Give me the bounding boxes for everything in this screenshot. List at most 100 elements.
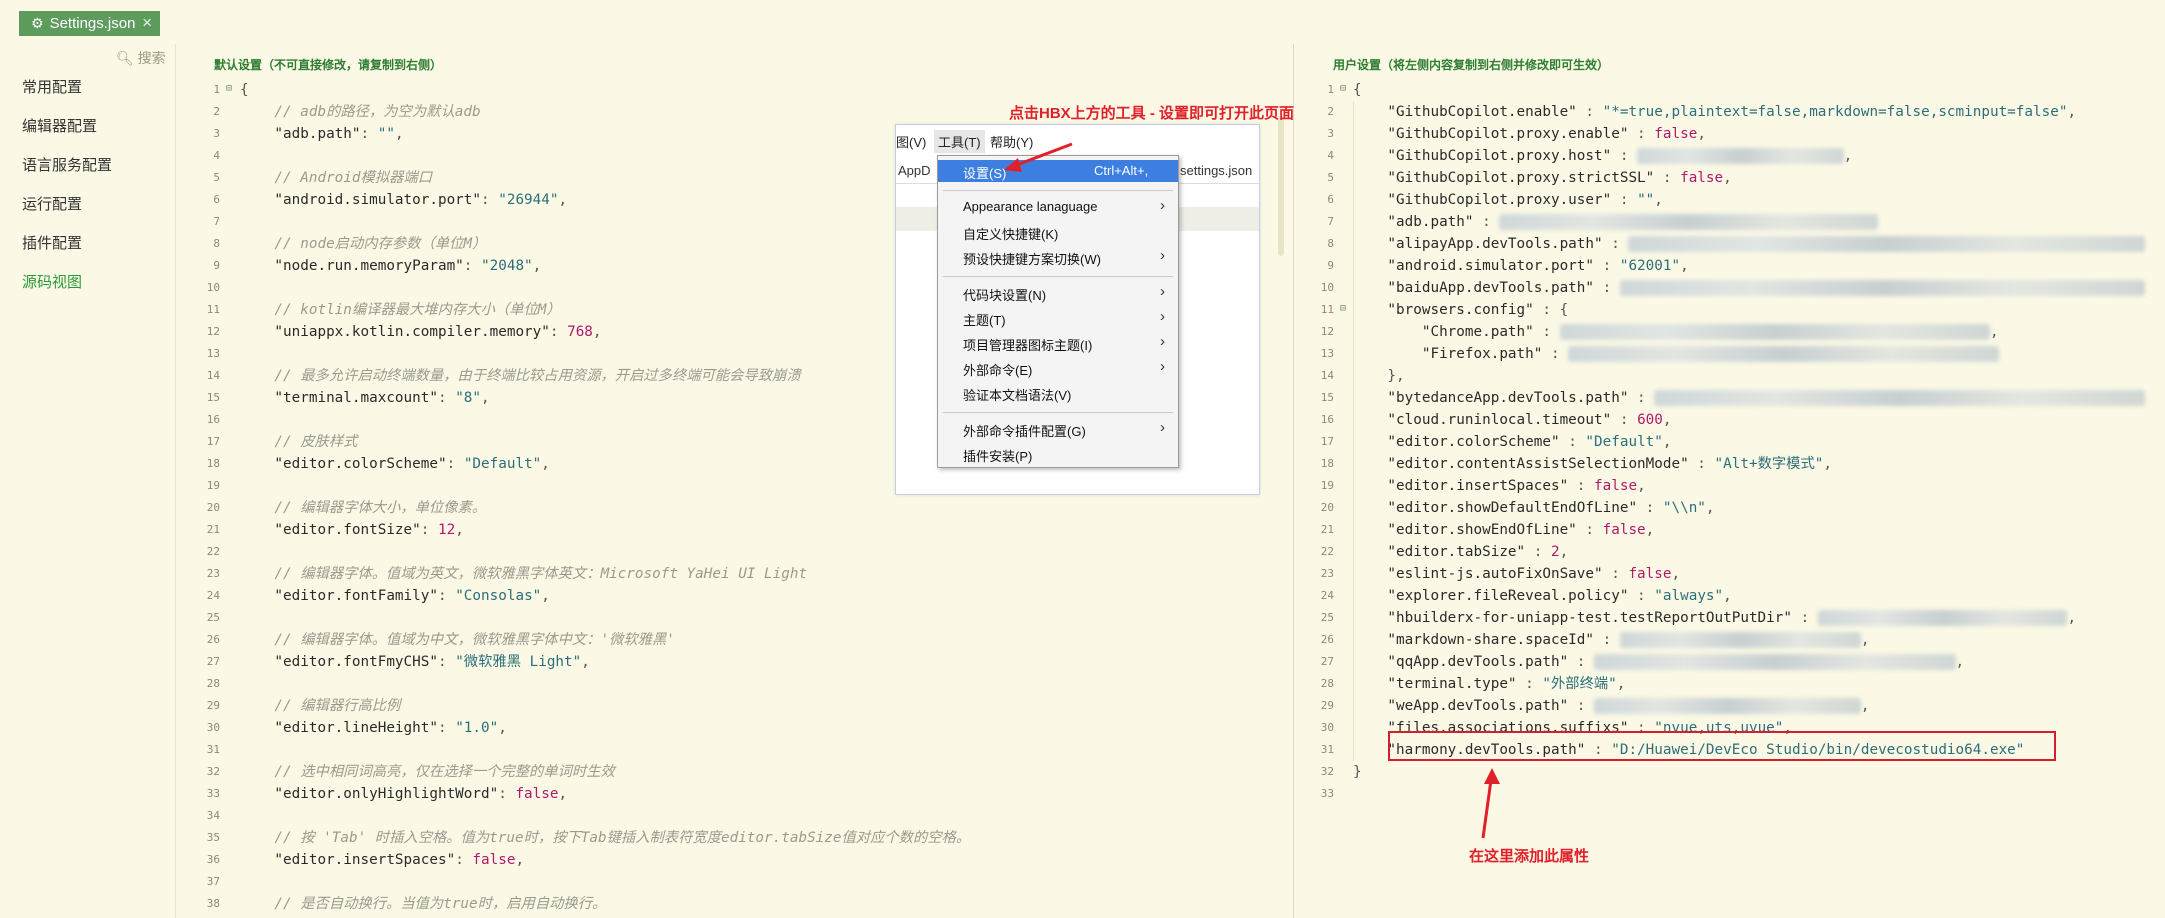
code-token: , <box>532 258 542 274</box>
code-token: : <box>1602 566 1629 582</box>
code-token: "editor.lineHeight" <box>240 720 438 736</box>
code-token: false <box>1602 522 1646 538</box>
tab-title: Settings.json <box>49 15 136 32</box>
annotation-arrow-bottom <box>1481 768 1500 839</box>
code-line: "eslint-js.autoFixOnSave" : false, <box>1353 563 1680 585</box>
code-line: "hbuilderx-for-uniapp-test.testReportOut… <box>1353 607 2076 629</box>
menu-item[interactable]: 代码块设置(N) › <box>938 282 1178 304</box>
menu-item[interactable]: 主题(T) › <box>938 307 1178 329</box>
code-token: // 编辑器字体。值域为英文，微软雅黑字体英文：Microsoft YaHei … <box>240 566 808 582</box>
line-number: 9 <box>1327 259 1334 272</box>
code-line: "GithubCopilot.proxy.strictSSL" : false, <box>1353 167 1731 189</box>
code-token: , <box>1955 654 1965 670</box>
line-number: 25 <box>206 611 220 624</box>
line-number: 24 <box>1320 589 1334 602</box>
menu-view[interactable]: 图(V) <box>896 132 926 151</box>
line-number: 6 <box>1327 193 1334 206</box>
chevron-right-icon: › <box>1160 283 1165 300</box>
code-token: "terminal.type" <box>1353 676 1517 692</box>
menu-tools[interactable]: 工具(T) <box>934 130 985 153</box>
code-line: "editor.fontFmyCHS": "微软雅黑 Light", <box>240 651 589 673</box>
code-token: : <box>1688 456 1715 472</box>
code-line: // 按 'Tab' 时插入空格。值为true时，按下Tab键插入制表符宽度ed… <box>240 827 970 849</box>
code-token: "GithubCopilot.enable" <box>1353 104 1577 120</box>
code-token: , <box>1662 412 1672 428</box>
nav-item-language-service[interactable]: 语言服务配置 <box>22 154 112 175</box>
code-line: // 编辑器字体。值域为中文，微软雅黑字体中文：'微软雅黑' <box>240 629 674 651</box>
annotation-bottom: 在这里添加此属性 <box>1469 848 1590 865</box>
code-token: "2048" <box>481 258 533 274</box>
code-token: { <box>240 82 249 98</box>
line-number: 27 <box>1320 655 1334 668</box>
close-icon[interactable]: × <box>142 13 152 33</box>
code-token: , <box>1843 148 1853 164</box>
nav-item-editor[interactable]: 编辑器配置 <box>22 115 97 136</box>
code-token: , <box>541 456 550 472</box>
code-token: "android.simulator.port" <box>1353 258 1595 274</box>
line-number: 14 <box>1320 369 1334 382</box>
line-number: 28 <box>1320 677 1334 690</box>
gear-icon: ⚙ <box>31 15 44 31</box>
code-line: "editor.colorScheme" : "Default", <box>1353 431 1671 453</box>
search-button[interactable]: 🔍︎ 搜索 <box>116 48 166 68</box>
line-number: 12 <box>1320 325 1334 338</box>
code-line: "terminal.maxcount": "8", <box>240 387 490 409</box>
code-line: "browsers.config" : { <box>1353 299 1568 321</box>
code-token: , <box>1860 698 1870 714</box>
code-token: "" <box>377 126 395 142</box>
fold-icon[interactable]: ⊟ <box>1340 303 1346 314</box>
fold-icon[interactable]: ⊟ <box>1340 83 1346 94</box>
code-token: : <box>1516 676 1543 692</box>
code-token: : <box>1533 324 1560 340</box>
tools-dropdown-menu: 设置(S) Ctrl+Alt+, Appearance lanaguage › 自定义快… <box>937 155 1179 468</box>
code-token: "GithubCopilot.proxy.host" <box>1353 148 1612 164</box>
fold-icon[interactable]: ⊟ <box>226 83 232 94</box>
line-number: 8 <box>1327 237 1334 250</box>
nav-item-source-view[interactable]: 源码视图 <box>22 271 82 292</box>
nav-item-run[interactable]: 运行配置 <box>22 193 82 214</box>
left-scrollbar[interactable] <box>1278 116 1284 256</box>
line-number: 29 <box>1320 699 1334 712</box>
code-line: }, <box>1353 365 1405 387</box>
chevron-right-icon: › <box>1160 333 1165 350</box>
line-number: 8 <box>213 237 220 250</box>
nav-item-common[interactable]: 常用配置 <box>22 76 82 97</box>
line-number: 24 <box>206 589 220 602</box>
line-number: 20 <box>206 501 220 514</box>
line-number: 1 <box>1327 83 1334 96</box>
menu-item[interactable]: 验证本文档语法(V) <box>938 382 1178 404</box>
code-line: // adb的路径，为空为默认adb <box>240 101 480 123</box>
code-token: } <box>1353 764 1362 780</box>
code-token: "Consolas" <box>455 588 542 604</box>
tab-settings-json-small[interactable]: settings.json <box>1180 163 1252 178</box>
menu-item[interactable]: Appearance lanaguage › <box>938 196 1178 218</box>
code-token: 768 <box>567 324 593 340</box>
menu-item[interactable]: 外部命令插件配置(G) › <box>938 418 1178 440</box>
redacted-value: "xxxxxxxxxxxxxxxxxxxxxxxxxxxxxxxxxxxxxxx… <box>1559 324 1990 340</box>
code-line: // 编辑器字体大小，单位像素。 <box>240 497 486 519</box>
line-number: 11 <box>206 303 220 316</box>
menu-item[interactable]: 项目管理器图标主题(I) › <box>938 332 1178 354</box>
menu-item[interactable]: 预设快捷键方案切换(W) › <box>938 246 1178 268</box>
line-number: 2 <box>1327 105 1334 118</box>
code-line: "adb.path" : "xxxxxxxxxxxxxxxxxxxxxxxxxx… <box>1353 211 1879 233</box>
menu-item-label: 自定义快捷键(K) <box>963 227 1059 242</box>
tab-settings-json[interactable]: ⚙ Settings.json × <box>19 11 160 36</box>
line-number: 17 <box>1320 435 1334 448</box>
line-number: 9 <box>213 259 220 272</box>
menu-item[interactable]: 外部命令(E) › <box>938 357 1178 379</box>
tab-appd[interactable]: AppD <box>898 163 931 178</box>
code-token: }, <box>1353 368 1405 384</box>
menu-separator <box>943 412 1173 413</box>
code-token: false <box>1654 126 1698 142</box>
code-line: // kotlin编译器最大堆内存大小（单位M） <box>240 299 560 321</box>
code-token: , <box>498 720 507 736</box>
code-line: { <box>1353 79 1362 101</box>
redacted-value: "xxxxxxxxxxxxxxxxxxxxxxxxxxxxxxxxxxxxxxx… <box>1499 214 1879 230</box>
nav-item-plugins[interactable]: 插件配置 <box>22 232 82 253</box>
menu-item[interactable]: 插件安装(P) <box>938 443 1178 465</box>
redacted-value: "xxxxxxxxxxxxxxxxxxxxxxxxxxxxxxxxxxxxxxx… <box>1654 390 2145 406</box>
code-token: , <box>481 390 490 406</box>
menu-item[interactable]: 自定义快捷键(K) <box>938 221 1178 243</box>
line-number: 7 <box>213 215 220 228</box>
